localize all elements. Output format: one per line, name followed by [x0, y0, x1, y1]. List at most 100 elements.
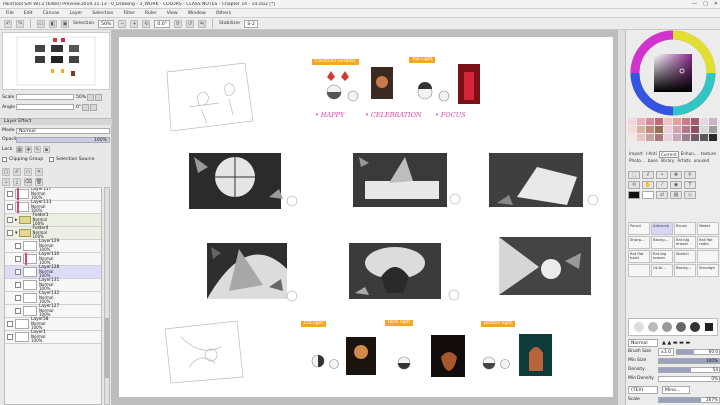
visibility-toggle[interactable] — [7, 191, 13, 197]
zoom-field[interactable]: 50% — [98, 19, 115, 28]
new-layer-icon[interactable]: ▢ — [2, 167, 10, 176]
visibility-toggle[interactable] — [15, 308, 21, 314]
texture-name[interactable]: Mino... — [662, 385, 690, 394]
brush-slot-selected[interactable]: Airbrush — [651, 222, 673, 235]
angle-slider[interactable] — [16, 104, 74, 110]
tab-base[interactable]: base — [647, 158, 659, 163]
color-fg-icon[interactable] — [628, 191, 640, 199]
canvas-area[interactable]: Cousteau (visible) Top Light • HAPPY • C… — [112, 30, 617, 405]
tab-import[interactable]: Import — [628, 151, 644, 158]
angle-field[interactable]: 0.0° — [154, 19, 170, 28]
brush-slot[interactable]: Sketch — [674, 250, 696, 263]
layers-scrollbar[interactable] — [104, 187, 110, 405]
min-size-slider[interactable]: 100% — [658, 357, 720, 364]
layer-row[interactable]: Layer117 Normal 100% — [5, 188, 101, 201]
tab-texture[interactable]: texture — [700, 151, 717, 158]
eyedropper-icon[interactable]: ⁄ — [656, 181, 668, 189]
layer-row[interactable]: Layer127 Normal 100% — [5, 304, 101, 318]
brush-shape-preview[interactable] — [628, 318, 718, 336]
brush-slot[interactable]: Ut-tk... — [651, 264, 673, 277]
tab-unused[interactable]: unused — [693, 158, 710, 163]
visibility-toggle[interactable] — [15, 243, 21, 249]
visibility-toggle[interactable] — [7, 334, 13, 340]
visibility-toggle[interactable] — [7, 321, 13, 327]
zoom-out-icon[interactable]: − — [118, 19, 127, 28]
tab-library[interactable]: library — [660, 158, 675, 163]
brush-size-slider[interactable]: 60.0 — [676, 348, 720, 355]
collapse-arrow-icon[interactable]: ▾ — [15, 230, 18, 236]
lock-pixels-icon[interactable]: ▦ — [16, 146, 23, 153]
brush-slot[interactable]: flat big eraser — [674, 236, 696, 249]
expand-arrow-icon[interactable]: ▸ — [15, 217, 18, 223]
clipping-checkbox[interactable] — [2, 157, 7, 162]
lasso-tool-icon[interactable]: ℓ — [642, 171, 654, 179]
fill-tool-icon[interactable]: ◉ — [670, 181, 682, 189]
min-density-slider[interactable]: 0% — [658, 375, 720, 382]
visibility-toggle[interactable] — [15, 269, 21, 275]
rotate-icon[interactable] — [90, 103, 98, 111]
opacity-slider[interactable]: 100% — [16, 136, 110, 143]
layer-row[interactable]: Layer113 Normal 100% — [5, 200, 101, 214]
redo-icon[interactable]: ↷ — [16, 19, 24, 28]
transparent-color-icon[interactable]: ▨ — [670, 191, 682, 199]
maximize-icon[interactable]: □ — [703, 1, 708, 7]
transfer-down-icon[interactable]: ⇣ — [2, 177, 10, 186]
visibility-toggle[interactable] — [15, 256, 21, 262]
brush-slot[interactable]: Smudge — [697, 264, 719, 277]
zoom-in-icon[interactable]: + — [130, 19, 139, 28]
shape-tool-icon[interactable]: ◇ — [684, 191, 696, 199]
navigator-preview[interactable] — [2, 32, 110, 90]
zoom-in-icon[interactable] — [95, 93, 103, 101]
text-tool-icon[interactable]: T — [684, 181, 696, 189]
menu-edit[interactable]: Edit — [24, 11, 33, 16]
layer-effect-header[interactable]: Layer Effect — [0, 118, 112, 125]
menu-selection[interactable]: Selection — [92, 11, 113, 16]
zoom-reset-icon[interactable] — [87, 93, 95, 101]
brush-slot[interactable]: flat flat hard — [628, 250, 650, 263]
brush-slot[interactable] — [697, 250, 719, 263]
undo-icon[interactable]: ↶ — [4, 19, 12, 28]
blend-mode-select[interactable]: Normal — [628, 338, 658, 347]
new-linework-icon[interactable]: ✐ — [13, 167, 21, 176]
color-bg-icon[interactable] — [642, 191, 654, 199]
canvas-scrollbar[interactable] — [617, 30, 625, 405]
texture-select[interactable]: (TEX) — [628, 385, 658, 394]
mode-select[interactable]: Normal — [16, 127, 110, 134]
menu-filter[interactable]: Filter — [123, 11, 134, 16]
menu-window[interactable]: Window — [188, 11, 206, 16]
close-icon[interactable]: ✕ — [714, 1, 718, 7]
lock-all-icon[interactable]: ▪ — [43, 146, 50, 153]
hand-tool-icon[interactable]: ✋ — [642, 181, 654, 189]
brush-slot[interactable]: flat big eraser — [651, 250, 673, 263]
tab-current[interactable]: Current — [658, 151, 679, 158]
rotate-left-icon[interactable]: ⟲ — [142, 19, 151, 28]
tab-anti[interactable]: I-Anti — [645, 151, 658, 158]
folder-row[interactable]: ▸ Folder1 Normal 100% — [5, 213, 101, 227]
flip-horizontal-icon[interactable]: ⇋ — [198, 19, 206, 28]
zoom-tool-icon[interactable]: ⚲ — [684, 171, 696, 179]
new-folder-icon[interactable]: ▭ — [24, 167, 32, 176]
menu-canvas[interactable]: Canvas — [43, 11, 60, 16]
menu-others[interactable]: Others — [216, 11, 231, 16]
density-slider[interactable]: 54 — [658, 366, 720, 373]
swap-colors-icon[interactable]: ⇄ — [656, 191, 668, 199]
brush-slot[interactable]: Brush — [674, 222, 696, 235]
brush-slot[interactable]: Sharp... — [628, 236, 650, 249]
magic-wand-icon[interactable]: ✧ — [656, 171, 668, 179]
brush-slot[interactable] — [628, 264, 650, 277]
brush-slot[interactable]: Water — [697, 222, 719, 235]
minimize-icon[interactable]: — — [692, 1, 697, 7]
stabilizer-select[interactable]: S-2 — [244, 19, 259, 28]
brush-slot[interactable]: Backg... — [674, 264, 696, 277]
brush-slot[interactable]: Backg... — [651, 236, 673, 249]
visibility-toggle[interactable] — [7, 230, 13, 236]
visibility-toggle[interactable] — [15, 282, 21, 288]
rotate-tool-icon[interactable]: ⟲ — [628, 181, 640, 189]
color-wheel[interactable] — [626, 30, 720, 118]
brush-size-multiplier[interactable]: x1.0 — [658, 347, 675, 356]
deselect-icon[interactable]: ▭ — [37, 19, 45, 28]
texture-scale-slider[interactable]: 267% — [658, 396, 720, 403]
show-selection-icon[interactable]: ▣ — [61, 19, 69, 28]
move-tool-icon[interactable]: ✥ — [670, 171, 682, 179]
visibility-toggle[interactable] — [15, 295, 21, 301]
